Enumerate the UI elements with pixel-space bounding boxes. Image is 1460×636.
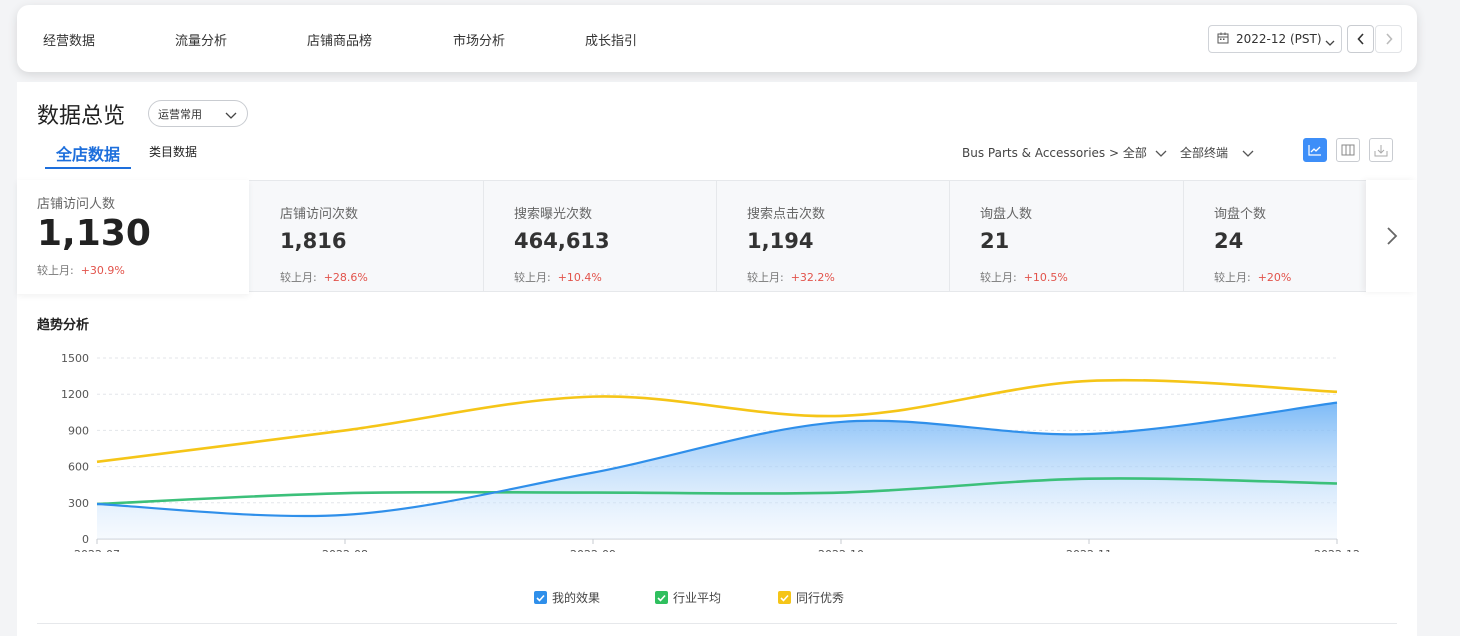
chevron-left-icon [1356, 33, 1364, 45]
metric-value: 1,194 [747, 229, 814, 253]
metric-compare-value: +10.5% [1023, 271, 1068, 284]
metric-compare: 较上月: +10.4% [514, 271, 602, 284]
columns-icon [1341, 144, 1355, 156]
legend-label: 同行优秀 [796, 591, 845, 605]
metric-compare-value: +30.9% [80, 264, 125, 277]
metric-compare-value: +10.4% [557, 271, 602, 284]
line-chart-view-button[interactable] [1303, 138, 1327, 162]
y-tick-label: 1200 [61, 388, 89, 401]
chevron-down-icon [1325, 35, 1335, 49]
nav-item-business-data[interactable]: 经营数据 [43, 30, 95, 49]
metric-compare: 较上月: +30.9% [37, 264, 125, 277]
chevron-down-icon [1242, 146, 1254, 160]
metric-label: 搜索点击次数 [747, 207, 826, 222]
chevron-right-icon [1386, 227, 1397, 245]
date-value: 2022-12 (PST) [1236, 32, 1322, 46]
y-tick-label: 900 [68, 424, 89, 437]
download-button[interactable] [1369, 138, 1393, 162]
legend-item-industry[interactable]: 行业平均 [655, 589, 721, 606]
next-month-button[interactable] [1375, 25, 1402, 53]
nav-item-traffic-analysis[interactable]: 流量分析 [175, 30, 227, 49]
x-tick-label: 2022-08 [322, 548, 368, 552]
x-tick-label: 2022-07 [74, 548, 120, 552]
calendar-icon [1217, 32, 1229, 47]
data-overview-panel: 数据总览 运营常用 全店数据 类目数据 Bus Parts & Accessor… [17, 82, 1417, 636]
x-tick-label: 2022-11 [1066, 548, 1112, 552]
metric-card-store-visits[interactable]: 店铺访问次数 1,816 较上月: +28.6% [250, 181, 484, 291]
metric-label: 询盘人数 [980, 207, 1033, 222]
trend-chart: 0 300 600 900 1200 1500 2022-07 2022-08 2022-09 2… [61, 352, 1360, 552]
metric-card-search-clicks[interactable]: 搜索点击次数 1,194 较上月: +32.2% [717, 181, 950, 291]
x-tick-label: 2022-10 [818, 548, 864, 552]
metric-value: 1,816 [280, 229, 347, 253]
metric-label: 店铺访问次数 [280, 207, 359, 222]
chevron-right-icon [1385, 33, 1393, 45]
metric-value: 1,130 [37, 213, 151, 254]
nav-item-product-ranking[interactable]: 店铺商品榜 [307, 30, 372, 49]
nav-item-market-analysis[interactable]: 市场分析 [453, 30, 505, 49]
metric-compare: 较上月: +10.5% [980, 271, 1068, 284]
date-select[interactable]: 2022-12 (PST) [1208, 25, 1342, 53]
chevron-down-icon [225, 109, 237, 122]
metric-value: 464,613 [514, 229, 610, 253]
metric-compare: 较上月: +28.6% [280, 271, 368, 284]
metrics-strip: 店铺访问人数 1,130 较上月: +30.9% 店铺访问次数 1,816 较上月… [17, 180, 1417, 294]
preset-value: 运营常用 [158, 107, 202, 121]
y-tick-label: 0 [82, 533, 89, 546]
metric-label: 搜索曝光次数 [514, 207, 593, 222]
tab-store-data[interactable]: 全店数据 [56, 141, 120, 165]
legend-item-mine[interactable]: 我的效果 [534, 589, 600, 606]
table-view-button[interactable] [1336, 138, 1360, 162]
y-tick-label: 300 [68, 497, 89, 510]
metric-compare-value: +20% [1257, 271, 1292, 284]
y-tick-label: 1500 [61, 352, 89, 365]
metric-compare-value: +28.6% [323, 271, 368, 284]
metric-value: 24 [1214, 229, 1244, 253]
x-tick-label: 2022-12 [1314, 548, 1360, 552]
terminal-filter[interactable]: 全部终端 [1180, 144, 1254, 161]
checkbox-icon [778, 591, 791, 604]
metric-compare-value: +32.2% [790, 271, 835, 284]
chevron-down-icon [1155, 146, 1167, 160]
divider [37, 623, 1397, 624]
checkbox-icon [534, 591, 547, 604]
active-tab-underline [45, 167, 131, 169]
trend-title: 趋势分析 [37, 318, 90, 333]
page-title: 数据总览 [37, 104, 126, 129]
top-nav: 经营数据 流量分析 店铺商品榜 市场分析 成长指引 2022-12 (PST) [17, 5, 1417, 72]
metric-value: 21 [980, 229, 1010, 253]
preset-select[interactable]: 运营常用 [148, 100, 248, 127]
legend-item-peer[interactable]: 同行优秀 [778, 589, 844, 606]
metric-label: 询盘个数 [1214, 207, 1267, 222]
y-tick-label: 600 [68, 461, 89, 474]
metric-card-search-impressions[interactable]: 搜索曝光次数 464,613 较上月: +10.4% [484, 181, 717, 291]
category-filter-value: Bus Parts & Accessories > 全部 [962, 146, 1147, 160]
x-tick-label: 2022-09 [570, 548, 616, 552]
prev-month-button[interactable] [1347, 25, 1374, 53]
checkbox-icon [655, 591, 668, 604]
legend-label: 行业平均 [673, 591, 722, 605]
series-mine-area [97, 402, 1337, 539]
metric-card-store-visitors[interactable]: 店铺访问人数 1,130 较上月: +30.9% [17, 180, 249, 294]
terminal-filter-value: 全部终端 [1180, 146, 1229, 160]
tab-category-data[interactable]: 类目数据 [149, 143, 197, 160]
metric-compare: 较上月: +20% [1214, 271, 1292, 284]
metrics-next-button[interactable] [1366, 180, 1417, 292]
metric-label: 店铺访问人数 [37, 197, 116, 212]
line-chart-icon [1308, 145, 1321, 156]
metric-card-inquiry-users[interactable]: 询盘人数 21 较上月: +10.5% [950, 181, 1184, 291]
category-filter[interactable]: Bus Parts & Accessories > 全部 [962, 144, 1167, 161]
metric-compare: 较上月: +32.2% [747, 271, 835, 284]
metric-card-inquiry-count[interactable]: 询盘个数 24 较上月: +20% [1184, 181, 1366, 291]
nav-item-growth-guide[interactable]: 成长指引 [585, 30, 637, 49]
download-icon [1374, 144, 1388, 156]
legend-label: 我的效果 [552, 591, 601, 605]
